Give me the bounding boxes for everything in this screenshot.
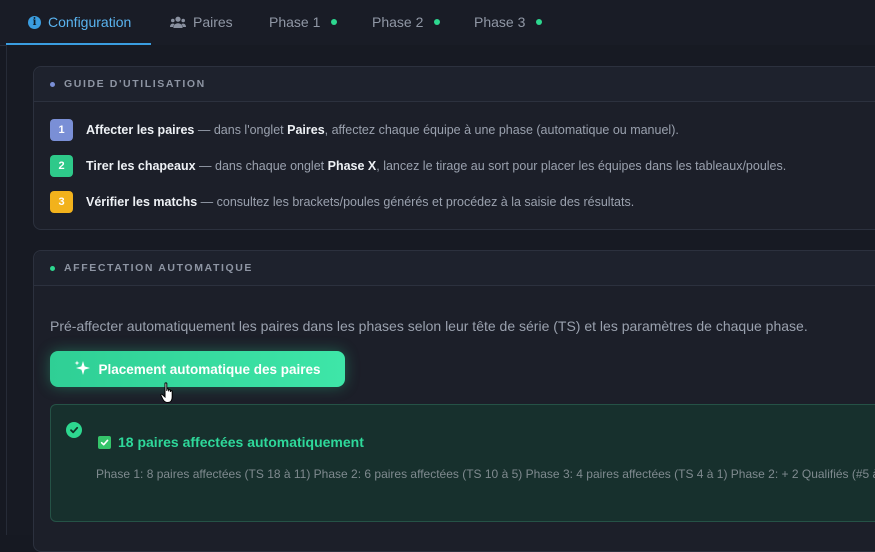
tab-label: Paires bbox=[193, 14, 233, 30]
tab-paires[interactable]: Paires bbox=[170, 0, 233, 44]
button-label: Placement automatique des paires bbox=[98, 361, 321, 377]
guide-card: GUIDE D'UTILISATION 1 Affecter les paire… bbox=[33, 66, 875, 230]
success-title: 18 paires affectées automatiquement bbox=[98, 434, 364, 450]
guide-header: GUIDE D'UTILISATION bbox=[34, 67, 875, 102]
success-detail: Phase 1: 8 paires affectées (TS 18 à 11)… bbox=[96, 467, 875, 481]
bullet-icon bbox=[50, 265, 55, 271]
guide-step-2: 2 Tirer les chapeaux — dans chaque ongle… bbox=[50, 155, 786, 177]
guide-title: GUIDE D'UTILISATION bbox=[64, 78, 206, 90]
check-circle-icon bbox=[66, 422, 82, 438]
tab-phase-3[interactable]: Phase 3 bbox=[474, 0, 543, 44]
auto-placement-button[interactable]: Placement automatique des paires bbox=[50, 351, 345, 387]
step-text: Tirer les chapeaux — dans chaque onglet … bbox=[86, 159, 787, 173]
tab-label: Phase 1 bbox=[269, 14, 321, 30]
tab-phase-2[interactable]: Phase 2 bbox=[372, 0, 441, 44]
step-number-badge: 2 bbox=[50, 155, 73, 177]
auto-assign-description: Pré-affecter automatiquement les paires … bbox=[50, 318, 808, 334]
hand-pointer-icon bbox=[160, 382, 177, 411]
tab-label: Phase 2 bbox=[372, 14, 424, 30]
auto-assign-title: AFFECTATION AUTOMATIQUE bbox=[64, 262, 254, 274]
success-alert: 18 paires affectées automatiquement Phas… bbox=[50, 404, 875, 522]
guide-step-1: 1 Affecter les paires — dans l'onglet Pa… bbox=[50, 119, 679, 141]
status-dot bbox=[434, 19, 441, 25]
status-dot bbox=[331, 19, 338, 25]
users-icon bbox=[170, 16, 186, 28]
step-text: Affecter les paires — dans l'onglet Pair… bbox=[86, 123, 679, 137]
tab-bar: i Configuration Paires Phase 1 Phase 2 P… bbox=[0, 0, 875, 46]
success-title-text: 18 paires affectées automatiquement bbox=[118, 434, 364, 450]
step-number-badge: 1 bbox=[50, 119, 73, 141]
guide-step-3: 3 Vérifier les matchs — consultez les br… bbox=[50, 191, 634, 213]
auto-assign-header: AFFECTATION AUTOMATIQUE bbox=[34, 251, 875, 286]
tab-label: Configuration bbox=[48, 14, 132, 30]
tab-label: Phase 3 bbox=[474, 14, 526, 30]
tab-phase-1[interactable]: Phase 1 bbox=[269, 0, 338, 44]
bullet-icon bbox=[50, 81, 55, 87]
sparkles-icon bbox=[74, 360, 91, 379]
info-icon: i bbox=[28, 15, 41, 29]
status-dot bbox=[536, 19, 543, 25]
tab-configuration[interactable]: i Configuration bbox=[5, 0, 152, 45]
checkbox-icon bbox=[98, 435, 111, 449]
step-text: Vérifier les matchs — consultez les brac… bbox=[86, 195, 635, 209]
config-panel: GUIDE D'UTILISATION 1 Affecter les paire… bbox=[6, 45, 875, 552]
step-number-badge: 3 bbox=[50, 191, 73, 213]
